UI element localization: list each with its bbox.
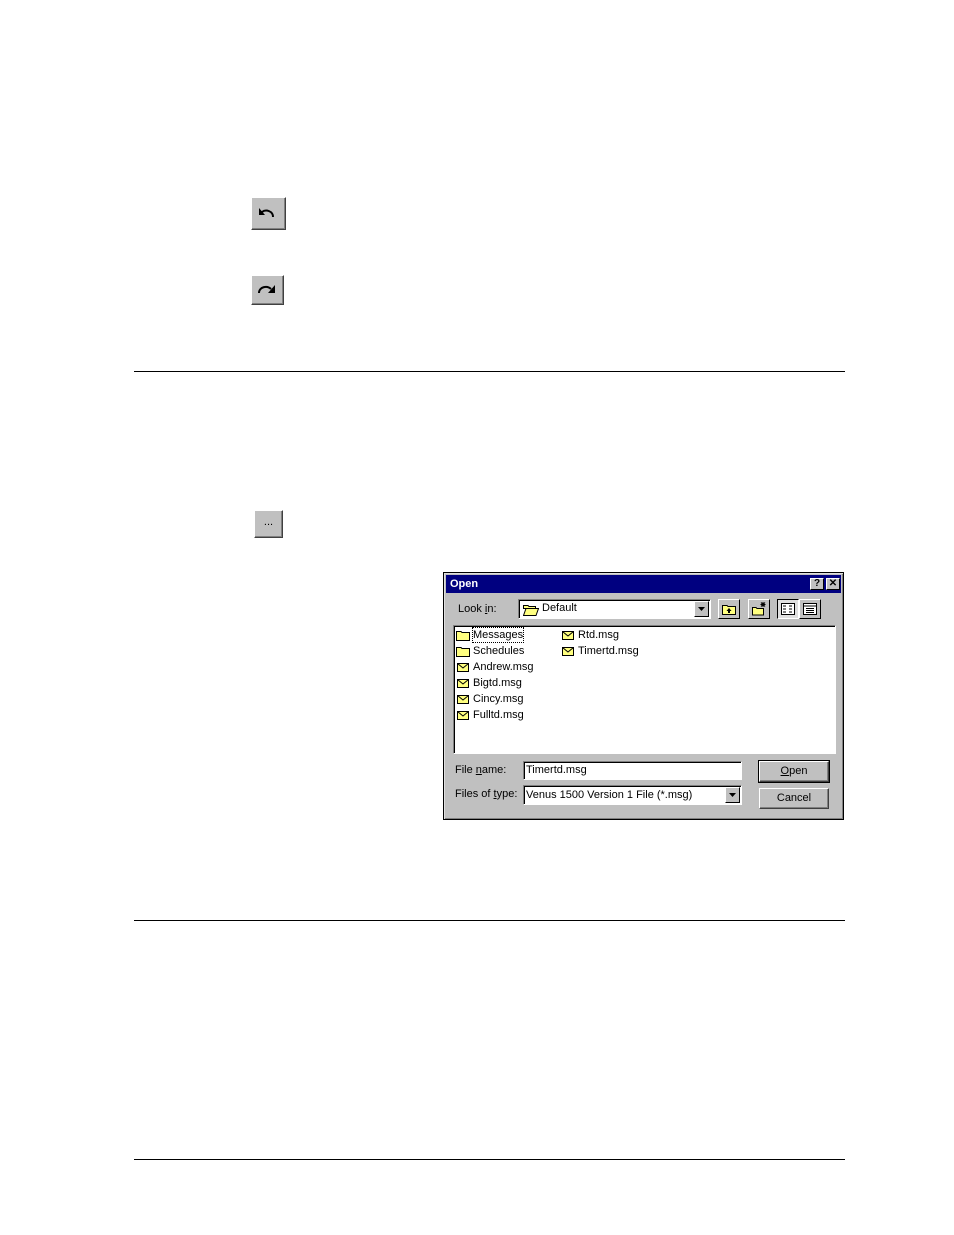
filetype-select[interactable]: Venus 1500 Version 1 File (*.msg)	[523, 785, 742, 805]
list-view-icon	[781, 603, 795, 615]
open-button[interactable]: Open	[758, 760, 830, 783]
help-button[interactable]: ?	[810, 578, 824, 590]
dialog-title: Open	[450, 578, 479, 590]
file-list[interactable]: Messages Schedules Andrew.msg Bigtd.msg Cinc…	[453, 625, 836, 754]
chevron-down-icon	[729, 793, 736, 797]
file-item-label: Timertd.msg	[578, 645, 639, 657]
lookin-dropdown-button[interactable]	[694, 601, 709, 617]
dialog-titlebar: Open ? ✕	[446, 575, 841, 593]
cancel-button[interactable]: Cancel	[759, 788, 829, 809]
section-divider	[134, 371, 845, 372]
details-view-icon	[803, 603, 817, 615]
filetype-value: Venus 1500 Version 1 File (*.msg)	[526, 789, 693, 801]
filetype-dropdown-button[interactable]	[725, 787, 740, 803]
up-one-level-button[interactable]	[718, 599, 740, 619]
up-folder-icon	[722, 605, 736, 615]
message-file-icon	[457, 679, 469, 688]
section-divider	[134, 920, 845, 921]
message-file-icon	[457, 663, 469, 672]
redo-button[interactable]	[251, 275, 284, 305]
message-file-icon	[457, 695, 469, 704]
folder-icon	[456, 631, 470, 641]
chevron-down-icon	[698, 607, 705, 611]
filename-input[interactable]: Timertd.msg	[523, 761, 742, 780]
open-folder-icon	[523, 605, 539, 616]
file-item-label: Cincy.msg	[473, 693, 524, 705]
file-item-label: Andrew.msg	[473, 661, 534, 673]
file-item-label: Rtd.msg	[578, 629, 619, 641]
lookin-value: Default	[542, 602, 577, 614]
lookin-combo[interactable]: Default	[518, 599, 711, 619]
file-item-label: Bigtd.msg	[473, 677, 522, 689]
message-file-icon	[457, 711, 469, 720]
file-item-label: Messages	[471, 627, 525, 643]
close-button[interactable]: ✕	[826, 578, 840, 590]
undo-arrow-icon	[259, 208, 274, 218]
filename-label: File name:	[455, 764, 507, 776]
file-item-label: Fulltd.msg	[473, 709, 524, 721]
new-folder-icon	[752, 602, 766, 616]
filetype-label: Files of type:	[455, 788, 518, 800]
page-footer-rule	[134, 1159, 845, 1160]
file-item-label: Schedules	[473, 645, 525, 657]
create-new-folder-button[interactable]	[748, 599, 770, 619]
message-file-icon	[562, 631, 574, 640]
lookin-label: Look in:	[458, 603, 497, 615]
browse-button-label: ...	[263, 516, 274, 528]
filename-value: Timertd.msg	[526, 764, 587, 776]
folder-icon	[456, 647, 470, 657]
browse-button[interactable]: ...	[254, 510, 283, 538]
undo-button[interactable]	[251, 197, 286, 230]
message-file-icon	[562, 647, 574, 656]
details-view-button[interactable]	[799, 599, 821, 619]
redo-arrow-icon	[258, 285, 275, 294]
open-dialog: Open ? ✕ Look in: Default Messages Sched…	[443, 572, 844, 820]
list-view-button[interactable]	[777, 599, 799, 619]
